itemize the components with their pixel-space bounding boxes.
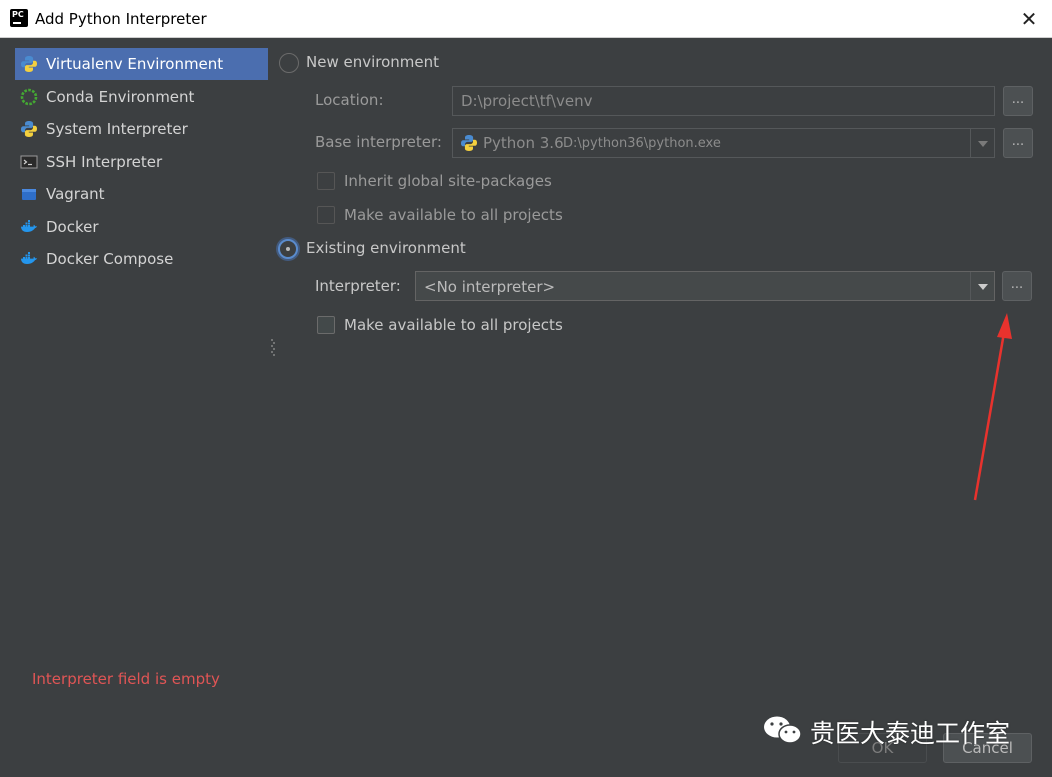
sidebar-item-conda[interactable]: Conda Environment [15,81,268,113]
new-env-make-available-checkbox[interactable] [317,206,335,224]
python-icon [461,135,477,151]
sidebar-item-label: Docker Compose [46,250,174,268]
base-interpreter-label: Base interpreter: [315,133,442,151]
sidebar-item-docker[interactable]: Docker [15,211,268,243]
new-environment-label: New environment [306,53,440,71]
annotation-arrow [973,313,1012,501]
pycharm-logo-icon: PC [8,7,30,29]
watermark: 贵医大泰迪工作室 [760,710,1030,750]
sidebar-item-docker-compose[interactable]: Docker Compose [15,243,268,275]
location-label: Location: [315,91,384,109]
wechat-icon [764,716,802,744]
existing-env-make-available-label: Make available to all projects [344,316,563,334]
docker-icon [21,220,37,232]
sidebar-item-label: Conda Environment [46,88,195,106]
chevron-down-icon[interactable] [970,272,994,300]
error-message: Interpreter field is empty [32,670,220,688]
location-field[interactable]: D:\project\tf\venv [452,86,995,116]
existing-environment-label: Existing environment [306,239,466,257]
sidebar-item-vagrant[interactable]: Vagrant [15,178,268,210]
base-interpreter-name: Python 3.6 [483,134,564,152]
sidebar-item-ssh-interpreter[interactable]: SSH Interpreter [15,146,268,178]
interpreter-dropdown[interactable]: <No interpreter> [415,271,995,301]
inherit-site-packages-checkbox[interactable] [317,172,335,190]
interpreter-label: Interpreter: [315,277,401,295]
sidebar-item-virtualenv[interactable]: Virtualenv Environment [15,48,268,80]
inherit-site-packages-label: Inherit global site-packages [344,172,552,190]
docker-icon [21,252,37,264]
new-env-make-available-label: Make available to all projects [344,206,563,224]
watermark-text: 贵医大泰迪工作室 [810,719,1011,748]
window-title: Add Python Interpreter [35,10,207,28]
existing-environment-radio[interactable] [278,239,298,259]
existing-env-make-available-checkbox[interactable] [317,316,335,334]
python-icon [21,56,37,72]
chevron-down-icon[interactable] [970,129,994,157]
title-bar: PC Add Python Interpreter ✕ [0,0,1052,38]
terminal-icon [20,155,38,169]
sidebar-item-label: Virtualenv Environment [46,55,224,73]
sidebar-item-label: Docker [46,218,99,236]
python-icon [21,121,37,137]
sidebar-item-system-interpreter[interactable]: System Interpreter [15,113,268,145]
sidebar-item-label: System Interpreter [46,120,188,138]
base-interpreter-dropdown[interactable]: Python 3.6 D:\python36\python.exe [452,128,995,158]
interpreter-browse-button[interactable]: ... [1002,271,1032,301]
base-interpreter-path: D:\python36\python.exe [563,136,721,151]
vagrant-icon [22,189,36,200]
new-environment-radio[interactable] [279,53,299,73]
base-interpreter-browse-button[interactable]: ... [1003,128,1033,158]
interpreter-value: <No interpreter> [424,278,556,296]
conda-icon [20,88,38,106]
interpreter-type-list: Virtualenv Environment Conda Environment… [15,46,268,306]
sidebar-item-label: Vagrant [46,185,105,203]
location-browse-button[interactable]: ... [1003,86,1033,116]
sidebar-item-label: SSH Interpreter [46,153,163,171]
close-icon[interactable]: ✕ [1016,6,1042,32]
location-value: D:\project\tf\venv [461,92,593,110]
splitter-handle[interactable] [270,338,276,358]
